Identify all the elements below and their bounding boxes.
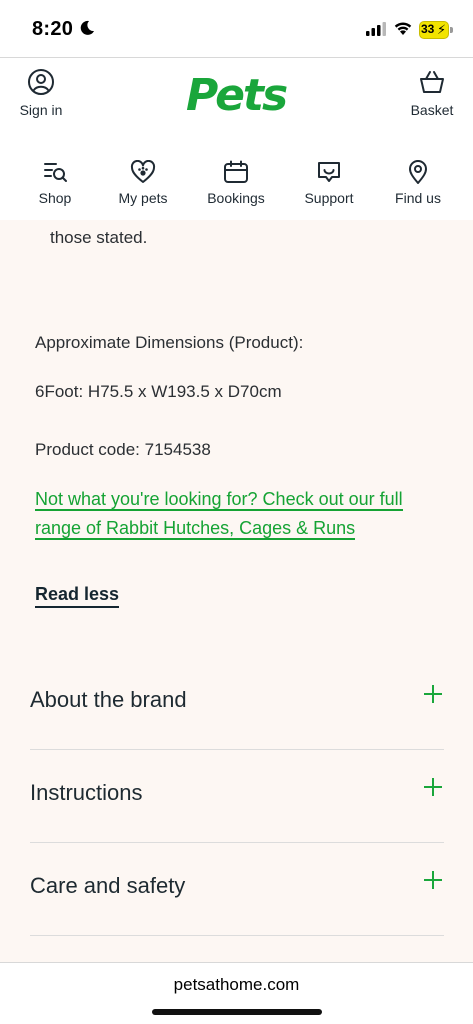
main-nav: Shop My pets Bookings Support Find us [0, 160, 473, 218]
moon-icon [80, 20, 94, 35]
accordion-care-safety[interactable]: Care and safety [30, 843, 444, 936]
nav-bookings[interactable]: Bookings [203, 160, 269, 206]
url-text[interactable]: petsathome.com [0, 975, 473, 995]
basket-button[interactable]: Basket [402, 68, 462, 118]
charging-bolt-icon: ⚡ [437, 22, 447, 37]
status-time: 8:20 [32, 18, 74, 40]
nav-find-us[interactable]: Find us [392, 160, 444, 206]
shop-search-icon [44, 163, 67, 182]
nav-support[interactable]: Support [300, 160, 358, 206]
accordion-title: About the brand [30, 687, 187, 712]
site-header: Sign in Pets Basket Shop My pets Booking… [0, 58, 473, 220]
user-account-icon [28, 69, 54, 95]
plus-icon [424, 871, 442, 889]
nav-my-pets-label: My pets [118, 190, 168, 206]
battery-level: 33 [421, 22, 435, 36]
plus-icon [424, 778, 442, 796]
chat-support-icon [318, 162, 340, 182]
heart-paw-icon [130, 160, 156, 183]
accordion-title: Care and safety [30, 873, 186, 898]
nav-shop-label: Shop [38, 190, 72, 206]
pets-logo[interactable]: Pets [186, 70, 288, 121]
home-indicator[interactable] [152, 1009, 322, 1015]
accordion-about-brand[interactable]: About the brand [30, 657, 444, 750]
plus-icon [424, 685, 442, 703]
link-line-1: Not what you're looking for? Check out o… [35, 489, 403, 511]
browser-url-bar[interactable]: petsathome.com [0, 962, 473, 1024]
nav-support-label: Support [304, 190, 354, 206]
cellular-signal-icon [366, 22, 386, 36]
basket-label: Basket [410, 102, 454, 118]
dimensions-value: 6Foot: H75.5 x W193.5 x D70cm [35, 382, 282, 401]
basket-icon [420, 71, 444, 93]
nav-my-pets[interactable]: My pets [112, 160, 174, 206]
rabbit-hutches-link[interactable]: Not what you're looking for? Check out o… [35, 485, 435, 543]
nav-find-us-label: Find us [395, 190, 441, 206]
wifi-icon [394, 22, 412, 35]
location-pin-icon [409, 160, 427, 184]
product-code: Product code: 7154538 [35, 440, 211, 459]
accordion-instructions[interactable]: Instructions [30, 750, 444, 843]
status-bar: 8:20 33 ⚡ [0, 0, 473, 58]
dimensions-heading: Approximate Dimensions (Product): [35, 333, 304, 352]
stated-text: those stated. [50, 228, 148, 247]
nav-shop[interactable]: Shop [30, 160, 80, 206]
product-description: those stated. Approximate Dimensions (Pr… [0, 220, 473, 962]
sign-in-label: Sign in [19, 102, 63, 118]
calendar-icon [224, 160, 248, 183]
accordion-title: Instructions [30, 780, 143, 805]
link-line-2: range of Rabbit Hutches, Cages & Runs [35, 518, 356, 540]
battery-indicator: 33 ⚡ [419, 21, 453, 39]
read-less-button[interactable]: Read less [35, 584, 120, 608]
nav-bookings-label: Bookings [207, 190, 265, 206]
sign-in-button[interactable]: Sign in [12, 68, 70, 118]
